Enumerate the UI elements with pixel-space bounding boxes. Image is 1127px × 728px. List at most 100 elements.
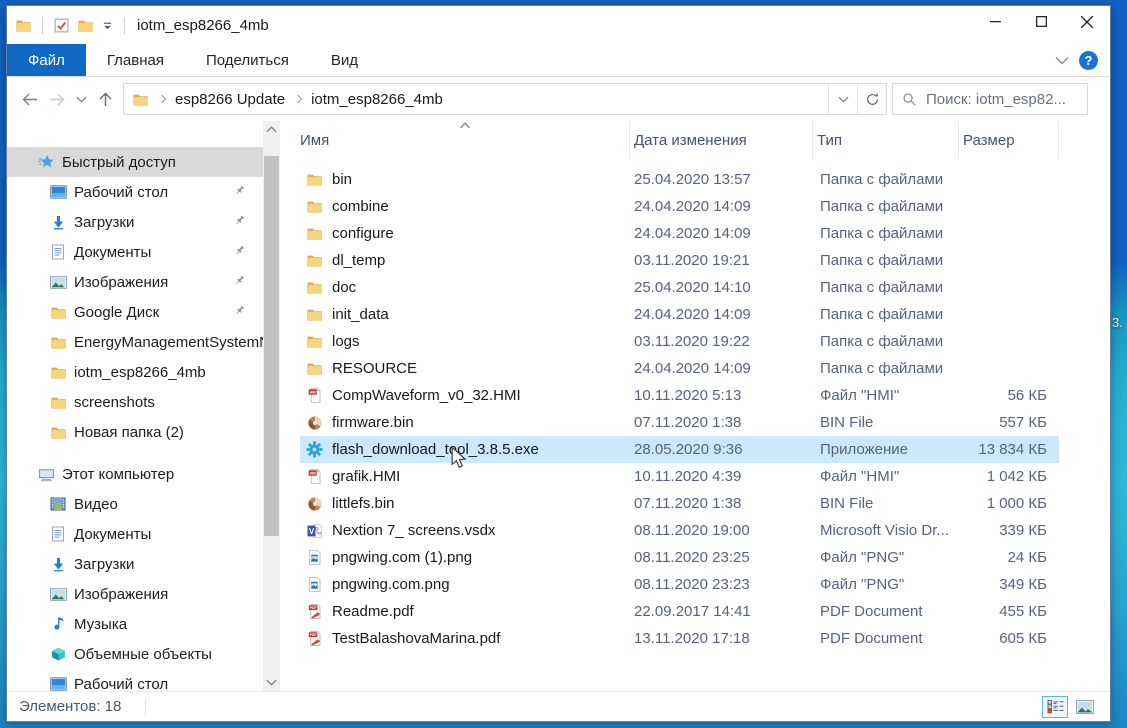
pin-icon: [230, 274, 248, 287]
file-size: 349 КБ: [959, 576, 1059, 593]
tab-view[interactable]: Вид: [310, 44, 379, 76]
file-name-cell[interactable]: flash_download_tool_3.8.5.exe: [300, 441, 630, 458]
refresh-button[interactable]: [857, 84, 886, 114]
file-row[interactable]: dl_temp 03.11.2020 19:21 Папка с файлами: [300, 247, 1059, 274]
sidebar-item[interactable]: Рабочий стол: [7, 669, 263, 691]
sidebar-item[interactable]: Быстрый доступ: [7, 147, 263, 177]
file-name-cell[interactable]: doc: [300, 279, 630, 296]
file-name-cell[interactable]: HMI grafik.HMI: [300, 468, 630, 485]
sidebar-scrollbar[interactable]: [263, 121, 280, 691]
file-name-cell[interactable]: pngwing.com (1).png: [300, 549, 630, 566]
file-name-cell[interactable]: logs: [300, 333, 630, 350]
breadcrumb-iotm-esp8266-4mb[interactable]: iotm_esp8266_4mb: [305, 91, 449, 108]
column-header-date[interactable]: Дата изменения: [630, 121, 813, 159]
file-row[interactable]: pngwing.com (1).png 08.11.2020 23:25 Фай…: [300, 544, 1059, 571]
expand-ribbon-chevron-icon[interactable]: [1055, 56, 1069, 65]
sidebar-item[interactable]: Изображения: [7, 579, 263, 609]
file-row[interactable]: firmware.bin 07.11.2020 1:38 BIN File 55…: [300, 409, 1059, 436]
address-bar[interactable]: esp8266 Update iotm_esp8266_4mb: [123, 83, 887, 115]
file-row[interactable]: flash_download_tool_3.8.5.exe 28.05.2020…: [300, 436, 1059, 463]
search-box[interactable]: Поиск: iotm_esp82...: [892, 83, 1088, 115]
tab-home[interactable]: Главная: [86, 44, 185, 76]
sidebar-item[interactable]: Новая папка (2): [7, 417, 263, 447]
file-row[interactable]: logs 03.11.2020 19:22 Папка с файлами: [300, 328, 1059, 355]
file-name-cell[interactable]: firmware.bin: [300, 414, 630, 431]
file-row[interactable]: PDF Readme.pdf 22.09.2017 14:41 PDF Docu…: [300, 598, 1059, 625]
file-date: 25.04.2020 14:10: [630, 279, 813, 296]
folder-icon: [49, 365, 67, 380]
folder-icon: [306, 307, 323, 322]
file-row[interactable]: configure 24.04.2020 14:09 Папка с файла…: [300, 220, 1059, 247]
customize-quick-access-dropdown-icon[interactable]: [101, 19, 114, 32]
sidebar-item[interactable]: Загрузки: [7, 549, 263, 579]
sidebar-item[interactable]: Рабочий стол: [7, 177, 263, 207]
sidebar-item[interactable]: Объемные объекты: [7, 639, 263, 669]
file-row[interactable]: doc 25.04.2020 14:10 Папка с файлами: [300, 274, 1059, 301]
sidebar-item[interactable]: Документы: [7, 519, 263, 549]
forward-button[interactable]: [43, 84, 71, 114]
file-name-cell[interactable]: bin: [300, 171, 630, 188]
column-header-name[interactable]: Имя: [300, 121, 630, 159]
file-name-cell[interactable]: PDF Readme.pdf: [300, 603, 630, 620]
file-date: 22.09.2017 14:41: [630, 603, 813, 620]
file-name-cell[interactable]: pngwing.com.png: [300, 576, 630, 593]
file-row[interactable]: HMI CompWaveform_v0_32.HMI 10.11.2020 5:…: [300, 382, 1059, 409]
minimize-button[interactable]: [972, 6, 1018, 37]
new-folder-icon[interactable]: [77, 18, 94, 33]
back-button[interactable]: [15, 84, 43, 114]
file-row[interactable]: PDF TestBalashovaMarina.pdf 13.11.2020 1…: [300, 625, 1059, 652]
large-icons-view-icon: [1076, 700, 1094, 714]
file-row[interactable]: combine 24.04.2020 14:09 Папка с файлами: [300, 193, 1059, 220]
file-row[interactable]: littlefs.bin 07.11.2020 1:38 BIN File 1 …: [300, 490, 1059, 517]
thumbnails-view-button[interactable]: [1072, 696, 1098, 718]
file-name-cell[interactable]: V Nextion 7_ screens.vsdx: [300, 522, 630, 539]
sidebar-item[interactable]: Загрузки: [7, 207, 263, 237]
sidebar-item[interactable]: Google Диск: [7, 297, 263, 327]
scrollbar-up-button[interactable]: [263, 121, 280, 138]
file-row[interactable]: RESOURCE 24.04.2020 14:09 Папка с файлам…: [300, 355, 1059, 382]
scrollbar-thumb[interactable]: [264, 156, 279, 536]
close-button[interactable]: [1064, 6, 1110, 37]
tab-file[interactable]: Файл: [7, 44, 86, 76]
title-bar[interactable]: iotm_esp8266_4mb: [7, 6, 1110, 44]
sidebar-item[interactable]: EnergyManagementSystemN: [7, 327, 263, 357]
sidebar-item[interactable]: Документы: [7, 237, 263, 267]
file-name: bin: [332, 171, 352, 188]
details-view-button[interactable]: [1042, 696, 1068, 718]
file-row[interactable]: V Nextion 7_ screens.vsdx 08.11.2020 19:…: [300, 517, 1059, 544]
properties-checkbox-icon[interactable]: [53, 17, 70, 34]
sidebar-item[interactable]: iotm_esp8266_4mb: [7, 357, 263, 387]
file-name-cell[interactable]: init_data: [300, 306, 630, 323]
file-name-cell[interactable]: RESOURCE: [300, 360, 630, 377]
file-row[interactable]: bin 25.04.2020 13:57 Папка с файлами: [300, 166, 1059, 193]
address-dropdown-button[interactable]: [828, 84, 857, 114]
sidebar-item[interactable]: Этот компьютер: [7, 459, 263, 489]
breadcrumb-esp8266-update[interactable]: esp8266 Update: [169, 91, 291, 108]
file-name-cell[interactable]: HMI CompWaveform_v0_32.HMI: [300, 387, 630, 404]
file-name-cell[interactable]: configure: [300, 225, 630, 242]
help-icon[interactable]: ?: [1079, 51, 1098, 70]
file-name-cell[interactable]: PDF TestBalashovaMarina.pdf: [300, 630, 630, 647]
desktop-icon: [49, 677, 67, 691]
sidebar-item[interactable]: Видео: [7, 489, 263, 519]
column-header-size[interactable]: Размер: [959, 121, 1059, 159]
file-row[interactable]: init_data 24.04.2020 14:09 Папка с файла…: [300, 301, 1059, 328]
tab-share[interactable]: Поделиться: [185, 44, 310, 76]
folder-icon: [49, 305, 67, 320]
file-name-cell[interactable]: littlefs.bin: [300, 495, 630, 512]
sidebar-item[interactable]: Музыка: [7, 609, 263, 639]
file-row[interactable]: HMI grafik.HMI 10.11.2020 4:39 Файл "HMI…: [300, 463, 1059, 490]
file-name-cell[interactable]: combine: [300, 198, 630, 215]
file-name-cell[interactable]: dl_temp: [300, 252, 630, 269]
scrollbar-down-button[interactable]: [263, 674, 280, 691]
maximize-button[interactable]: [1018, 6, 1064, 37]
column-header-type[interactable]: Тип: [813, 121, 959, 159]
sort-ascending-icon: [459, 122, 470, 129]
folder-icon: [49, 335, 67, 350]
scrollbar-track[interactable]: [263, 138, 280, 674]
sidebar-item[interactable]: screenshots: [7, 387, 263, 417]
file-row[interactable]: pngwing.com.png 08.11.2020 23:23 Файл "P…: [300, 571, 1059, 598]
up-button[interactable]: [91, 84, 119, 114]
sidebar-item[interactable]: Изображения: [7, 267, 263, 297]
recent-locations-button[interactable]: [71, 84, 91, 114]
